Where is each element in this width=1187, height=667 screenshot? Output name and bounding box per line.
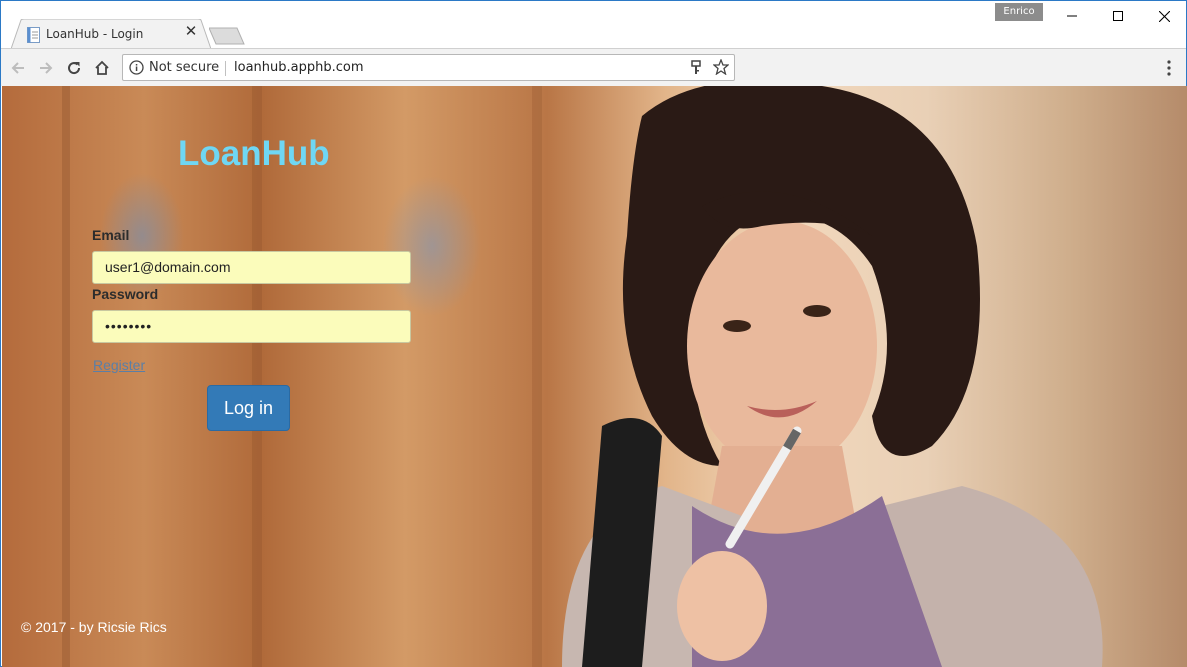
back-button[interactable] <box>7 57 29 79</box>
login-button[interactable]: Log in <box>207 385 290 431</box>
bookmark-star-icon[interactable] <box>713 59 729 75</box>
new-tab-button[interactable] <box>209 27 245 45</box>
tab-loanhub[interactable]: LoanHub - Login ✕ <box>11 19 211 49</box>
close-window-button[interactable] <box>1141 1 1187 31</box>
reload-icon <box>68 62 81 75</box>
home-icon <box>95 60 109 75</box>
browser-window: LoanHub - Login ✕ Enrico Not secure loan… <box>0 0 1187 667</box>
page-favicon-icon <box>27 27 40 43</box>
password-label: Password <box>92 286 159 302</box>
login-page: LoanHub Email user1@domain.com Password … <box>2 86 1187 667</box>
reload-button[interactable] <box>63 57 85 79</box>
maximize-button[interactable] <box>1095 1 1141 31</box>
address-bar[interactable]: Not secure loanhub.apphb.com <box>122 54 735 81</box>
arrow-right-icon <box>40 62 53 74</box>
email-label: Email <box>92 227 130 243</box>
tab-strip: LoanHub - Login ✕ Enrico <box>1 1 1187 49</box>
security-status[interactable]: Not secure <box>149 60 219 75</box>
key-icon[interactable] <box>689 60 703 76</box>
minimize-icon <box>1067 15 1077 17</box>
forward-button[interactable] <box>35 57 57 79</box>
password-field[interactable]: •••••••• <box>92 310 411 343</box>
brand-title: LoanHub <box>178 134 330 173</box>
profile-badge[interactable]: Enrico <box>995 3 1043 21</box>
omnibox-divider <box>225 61 226 76</box>
tab-title: LoanHub - Login <box>46 27 144 41</box>
kebab-menu-icon[interactable] <box>1161 59 1177 77</box>
minimize-button[interactable] <box>1049 1 1095 31</box>
footer-copyright: © 2017 - by Ricsie Rics <box>21 619 167 635</box>
close-icon <box>1158 10 1170 22</box>
home-button[interactable] <box>91 57 113 79</box>
info-icon[interactable] <box>129 60 144 75</box>
tab-close-icon[interactable]: ✕ <box>183 24 199 40</box>
register-link[interactable]: Register <box>93 357 145 373</box>
maximize-icon <box>1113 11 1123 21</box>
url-text[interactable]: loanhub.apphb.com <box>234 60 364 75</box>
email-field[interactable]: user1@domain.com <box>92 251 411 284</box>
arrow-left-icon <box>11 62 24 74</box>
browser-toolbar: Not secure loanhub.apphb.com <box>1 48 1186 86</box>
